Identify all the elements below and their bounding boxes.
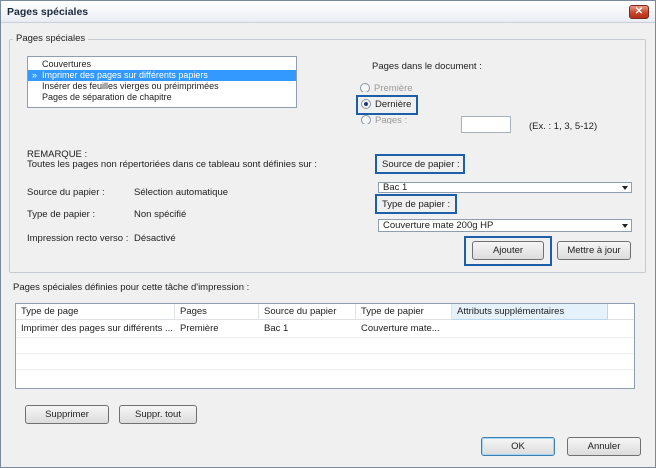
pages-input[interactable] [461,116,511,133]
remark-source-value: Sélection automatique [134,187,229,198]
group-label: Pages spéciales [13,33,89,44]
remark-duplex-value: Désactivé [134,233,176,244]
paper-source-select[interactable]: Bac 1 [378,182,632,193]
column-header-pages[interactable]: Pages [175,304,259,320]
special-pages-dialog: Pages spéciales ✕ Pages spéciales Couver… [0,0,656,468]
radio-icon [360,83,370,92]
pages-in-document-label: Pages dans le document : [372,61,482,72]
table-cell: Première [180,323,219,334]
list-item-label: Couvertures [42,59,92,69]
column-header-extra-attributes[interactable]: Attributs supplémentaires [452,304,608,320]
ok-button[interactable]: OK [481,437,555,456]
paper-source-value: Bac 1 [383,182,408,193]
column-header-filler [608,304,634,320]
close-icon: ✕ [634,6,644,17]
list-item-label: Pages de séparation de chapitre [42,92,172,102]
table-cell: Bac 1 [264,323,289,334]
paper-type-select[interactable]: Couverture mate 200g HP [378,219,632,232]
page-type-list[interactable]: Couvertures » Imprimer des pages sur dif… [27,56,297,108]
chevron-down-icon [622,224,628,228]
list-item[interactable]: Insérer des feuilles vierges ou préimpri… [28,81,296,92]
delete-button[interactable]: Supprimer [25,405,109,424]
table-cell [452,321,608,337]
column-header-page-type[interactable]: Type de page [16,304,175,320]
pages-example: (Ex. : 1, 3, 5-12) [529,121,598,132]
list-item[interactable]: Pages de séparation de chapitre [28,92,296,103]
remark-duplex-label: Impression recto verso : [27,233,129,244]
selected-marker-icon: » [32,70,38,80]
update-button[interactable]: Mettre à jour [557,241,631,260]
radio-icon [361,115,371,124]
chevron-down-icon [622,186,628,190]
radio-label: Pages : [375,115,408,124]
radio-label: Première [374,83,413,92]
paper-type-label: Type de papier : [382,199,451,210]
remark-type-label: Type de papier : [27,209,96,220]
row-divider [16,337,634,338]
radio-last-page[interactable]: Dernière [361,99,411,111]
defined-pages-table[interactable]: Type de page Pages Source du papier Type… [15,303,635,389]
title-bar: Pages spéciales ✕ [1,1,655,23]
table-cell: Imprimer des pages sur différents ... [21,323,173,334]
remark-type-value: Non spécifié [134,209,187,220]
delete-all-button[interactable]: Suppr. tout [119,405,197,424]
column-header-paper-source[interactable]: Source du papier [259,304,356,320]
add-button[interactable]: Ajouter [472,241,544,260]
list-item[interactable]: Couvertures [28,59,296,70]
list-item-label: Imprimer des pages sur différents papier… [42,70,208,80]
radio-first-page[interactable]: Première [360,83,413,92]
list-item-selected[interactable]: » Imprimer des pages sur différents papi… [28,70,296,81]
cancel-button[interactable]: Annuler [567,437,641,456]
radio-pages[interactable]: Pages : [361,115,407,124]
close-button[interactable]: ✕ [629,5,649,19]
radio-label: Dernière [375,99,412,110]
column-header-paper-type[interactable]: Type de papier [356,304,452,320]
remark-text: Toutes les pages non répertoriées dans c… [27,159,317,170]
window-title: Pages spéciales [7,6,89,18]
radio-checked-icon [361,99,371,109]
list-item-label: Insérer des feuilles vierges ou préimpri… [42,81,219,91]
remark-source-label: Source du papier : [27,187,105,198]
row-divider [16,369,634,370]
row-divider [16,353,634,354]
defined-pages-label: Pages spéciales définies pour cette tâch… [13,282,250,293]
paper-source-label: Source de papier : [382,159,460,170]
table-cell: Couverture mate... [361,323,440,334]
paper-type-value: Couverture mate 200g HP [383,220,494,231]
